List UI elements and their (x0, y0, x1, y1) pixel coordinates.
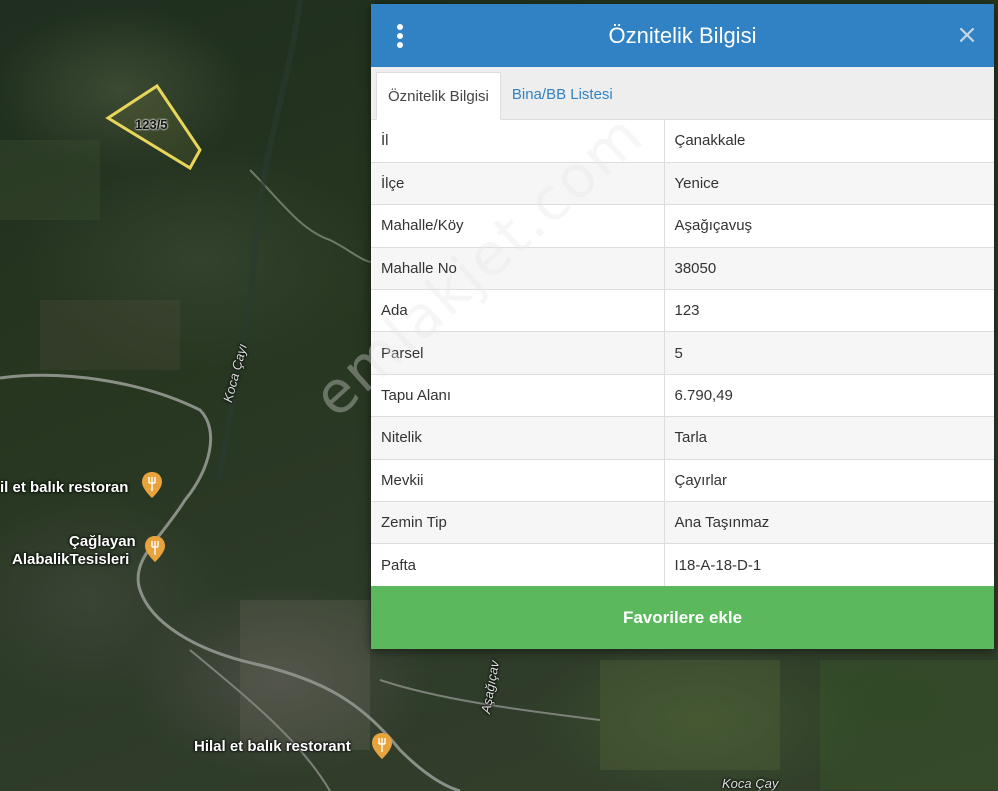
map-label-restoran[interactable]: il et balık restoran (0, 479, 128, 496)
field-patch (600, 660, 780, 770)
attribute-key: Mahalle/Köy (371, 204, 665, 248)
attribute-key: Parsel (371, 331, 665, 375)
attribute-value: Çanakkale (674, 132, 746, 150)
map-label-caglayan[interactable]: Çağlayan (69, 533, 136, 550)
attribute-key: Zemin Tip (371, 501, 665, 544)
restaurant-pin-icon[interactable] (142, 472, 162, 498)
add-to-favorites-button[interactable]: Favorilere ekle (371, 586, 994, 649)
table-row: Mahalle No 38050 (371, 246, 994, 290)
table-row: İl Çanakkale (371, 120, 994, 163)
road (249, 169, 372, 263)
table-row: İlçe Yenice (371, 161, 994, 205)
table-row: Mevkii Çayırlar (371, 458, 994, 502)
table-row: Ada 123 (371, 289, 994, 332)
restaurant-pin-icon[interactable] (145, 536, 165, 562)
attribute-value: Ana Taşınmaz (664, 501, 994, 544)
attribute-key: İlçe (371, 161, 665, 205)
table-row: Parsel 5 (371, 331, 994, 375)
attribute-value: Yenice (664, 161, 994, 205)
map-label-hilal[interactable]: Hilal et balık restorant (194, 738, 351, 755)
attribute-key: Ada (371, 289, 665, 332)
field-patch (820, 660, 998, 790)
table-row: Nitelik Tarla (371, 416, 994, 460)
attribute-value: I18-A-18-D-1 (664, 543, 994, 587)
table-row: Zemin Tip Ana Taşınmaz (371, 501, 994, 544)
map-label-alabalik[interactable]: AlabalikTesisleri (12, 551, 129, 568)
field-patch (240, 600, 370, 750)
attribute-value: Çayırlar (664, 458, 994, 502)
attribute-value: Tarla (664, 416, 994, 460)
attribute-value: Aşağıçavuş (664, 204, 994, 248)
table-row: Mahalle/Köy Aşağıçavuş (371, 204, 994, 248)
field-patch (0, 140, 100, 220)
panel-title: Öznitelik Bilgisi (608, 22, 757, 48)
attribute-value: 38050 (664, 246, 994, 290)
river (217, 0, 303, 481)
kebab-menu-icon[interactable] (393, 24, 407, 48)
field-patch (40, 300, 180, 370)
attribute-key: Pafta (371, 543, 665, 587)
table-row: Tapu Alanı 6.790,49 (371, 373, 994, 417)
attribute-key: İl (371, 120, 665, 163)
attribute-key: Mahalle No (371, 246, 665, 290)
table-row: Pafta I18-A-18-D-1 (371, 543, 994, 587)
close-icon[interactable]: × (954, 22, 980, 48)
panel-header: Öznitelik Bilgisi × (371, 4, 994, 67)
tab-attribute-info[interactable]: Öznitelik Bilgisi (376, 72, 501, 120)
attribute-key: Tapu Alanı (371, 373, 665, 417)
attribute-value: 6.790,49 (664, 373, 994, 417)
attribute-table: İl Çanakkale İlçe Yenice Mahalle/Köy Aşa… (371, 120, 994, 587)
attribute-info-panel: Öznitelik Bilgisi × Öznitelik Bilgisi Bi… (371, 4, 994, 649)
attribute-key: Nitelik (371, 416, 665, 460)
tab-bar: Öznitelik Bilgisi Bina/BB Listesi (371, 67, 994, 120)
tab-building-list[interactable]: Bina/BB Listesi (501, 71, 624, 119)
attribute-key: Mevkii (371, 458, 665, 502)
attribute-value: 123 (664, 289, 994, 332)
attribute-value: 5 (664, 331, 994, 375)
restaurant-pin-icon[interactable] (372, 733, 392, 759)
parcel-label: 123/5 (135, 117, 168, 132)
map-label-koca-cay: Koca Çay (722, 776, 779, 791)
